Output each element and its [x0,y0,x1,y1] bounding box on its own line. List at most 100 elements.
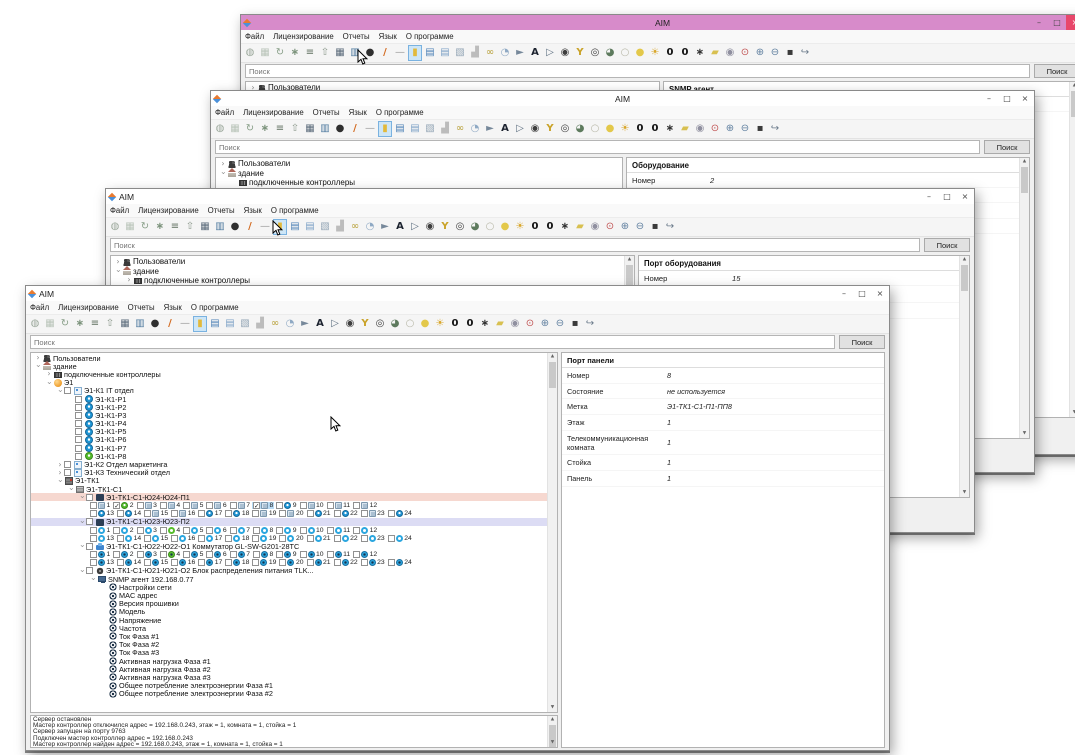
port-cell[interactable]: 12 [352,502,378,509]
port-checkbox[interactable] [353,502,360,509]
sync-settings-icon[interactable]: ∗ [73,316,87,332]
bulb-dim-icon[interactable]: ○ [618,45,632,61]
scroll-thumb[interactable] [1071,91,1075,117]
cursor-icon[interactable]: ► [483,121,497,137]
expander-icon[interactable]: › [67,485,75,493]
zoom-in-icon[interactable]: ⊕ [753,45,767,61]
tree-row[interactable]: подключенные контроллеры [216,178,622,187]
copy-document-icon[interactable]: ▤ [408,121,422,137]
expander-icon[interactable]: › [89,575,97,583]
exit-icon[interactable]: ↪ [768,121,782,137]
port-checkbox[interactable] [225,559,232,566]
monitor-icon[interactable]: ▦ [303,121,317,137]
port-cell[interactable]: 12 [352,551,378,558]
port-cell[interactable]: 13 [89,559,115,566]
port-checkbox[interactable] [160,527,167,534]
port-cell[interactable]: 15 [143,510,169,517]
copy-document-icon[interactable]: ▤ [438,45,452,61]
port-cell[interactable]: 7 [229,502,251,509]
folder-icon[interactable]: ▰ [678,121,692,137]
close-button[interactable]: × [1016,91,1034,106]
tree-checkbox[interactable] [64,469,71,476]
edit-pencil-icon[interactable]: / [348,121,362,137]
port-checkbox[interactable] [160,551,167,558]
search-input[interactable] [245,64,1030,78]
power-o2-icon[interactable]: 0 [463,316,477,332]
port-cell[interactable]: 17 [197,510,223,517]
port-checkbox[interactable] [160,502,167,509]
link-icon[interactable]: ∞ [268,316,282,332]
monitor-icon[interactable]: ▦ [333,45,347,61]
tree-row[interactable]: MAC адрес [31,591,557,599]
battery-icon[interactable]: ▮ [408,45,422,61]
port-cell[interactable]: 18 [224,510,250,517]
port-cell[interactable]: 20 [278,559,304,566]
tree-checkbox[interactable] [75,412,82,419]
search-input[interactable] [215,140,980,154]
tree-checkbox[interactable] [75,453,82,460]
tree-row[interactable]: ›Э1-К3 Технический отдел [31,469,557,477]
tree-row[interactable]: Активная нагрузка Фаза #2 [31,665,557,673]
port-cell[interactable]: 3 [136,551,158,558]
wrench-icon[interactable]: Y [573,45,587,61]
scrollbar[interactable]: ▲▼ [547,716,557,747]
upload-icon[interactable]: ⇧ [318,45,332,61]
tree-row[interactable]: Частота [31,624,557,632]
menu-item-about[interactable]: О программе [406,32,454,41]
expander-icon[interactable]: › [56,477,64,485]
port-row[interactable]: 1✓234567✓89101112 [31,501,557,509]
port-cell[interactable]: 23 [360,535,386,542]
menu-item-reports[interactable]: Отчеты [128,303,155,312]
menu-item-language[interactable]: Язык [244,206,262,215]
search-button[interactable]: Поиск [1034,64,1075,78]
scroll-up-arrow[interactable]: ▲ [548,716,557,724]
port-checkbox[interactable] [90,510,97,517]
brightness-icon[interactable]: ☀ [433,316,447,332]
target-icon[interactable]: ◎ [588,45,602,61]
scroll-thumb[interactable] [549,362,556,388]
tree-checkbox[interactable] [64,387,71,394]
folder-icon[interactable]: ▰ [573,219,587,235]
battery-icon[interactable]: ▮ [273,219,287,235]
port-checkbox[interactable] [276,551,283,558]
tree-row[interactable]: ›Пользователи [111,257,634,266]
menu-item-file[interactable]: Файл [110,206,129,215]
notes-icon[interactable]: ▦ [43,316,57,332]
port-checkbox[interactable] [300,527,307,534]
scroll-up-arrow[interactable]: ▲ [1020,158,1029,166]
tree-row[interactable]: ›подключенные контроллеры [31,370,557,378]
record-icon[interactable]: ◉ [528,121,542,137]
box-icon[interactable]: ▪ [648,219,662,235]
port-cell[interactable]: 2 [112,551,134,558]
notes-icon[interactable]: ▦ [258,45,272,61]
port-cell[interactable]: 14 [116,535,142,542]
port-cell[interactable]: 15 [143,535,169,542]
port-cell[interactable]: 21 [306,535,332,542]
import-icon[interactable]: ◍ [243,45,257,61]
maximize-button[interactable]: □ [998,91,1016,106]
target-icon[interactable]: ◎ [373,316,387,332]
history-icon[interactable]: ◔ [468,121,482,137]
upload-icon[interactable]: ⇧ [288,121,302,137]
expander-icon[interactable]: › [56,469,64,477]
bulb-lit-icon[interactable]: ● [498,219,512,235]
close-button[interactable]: × [1066,15,1075,30]
port-checkbox[interactable] [253,551,260,558]
port-cell[interactable]: 11 [326,527,352,534]
port-cell[interactable]: 16 [170,535,196,542]
eye-icon[interactable]: ◉ [588,219,602,235]
port-row[interactable]: 123456789101112 [31,526,557,534]
list-icon[interactable]: ≡ [168,219,182,235]
port-cell[interactable]: 23 [360,510,386,517]
port-cell[interactable]: 21 [306,510,332,517]
gauge-icon[interactable]: ◕ [388,316,402,332]
minus-icon[interactable]: — [258,219,272,235]
battery-icon[interactable]: ▮ [378,121,392,137]
scroll-up-arrow[interactable]: ▲ [625,256,634,264]
port-checkbox[interactable] [144,559,151,566]
power-o2-icon[interactable]: 0 [678,45,692,61]
search-button[interactable]: Поиск [924,238,970,252]
wrench-icon[interactable]: Y [358,316,372,332]
port-checkbox[interactable] [206,502,213,509]
expander-icon[interactable]: › [34,362,42,370]
